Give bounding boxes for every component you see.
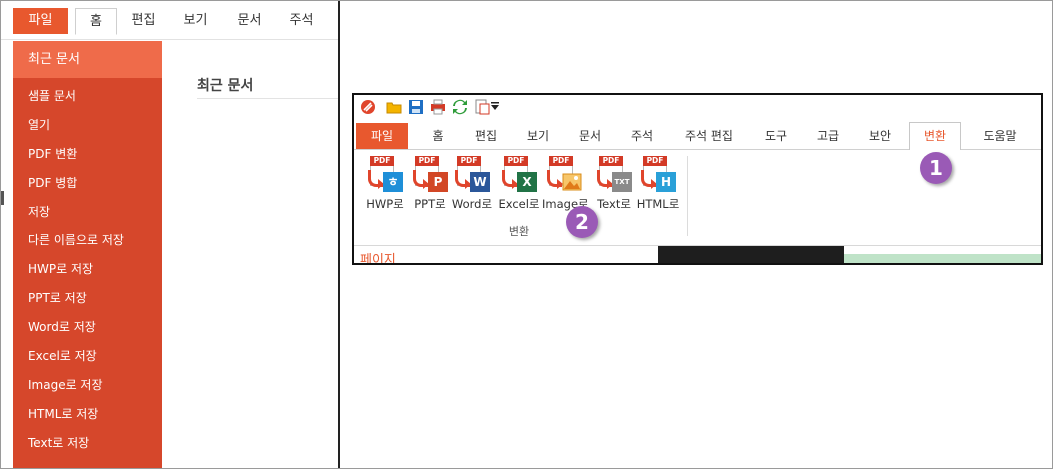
tab-annotation[interactable]: 주석 bbox=[279, 8, 324, 34]
sidebar-item-save-hwp[interactable]: HWP로 저장 bbox=[13, 255, 162, 284]
sidebar-item-save-as[interactable]: 다른 이름으로 저장 bbox=[13, 226, 162, 255]
callout-2: 2 bbox=[566, 206, 598, 238]
convert-button-hwp[interactable]: PDF ㅎ HWP로 bbox=[363, 156, 407, 216]
convert-button-label: Text로 bbox=[597, 197, 631, 211]
format-badge bbox=[562, 172, 582, 192]
ribbon-inset: 파일 홈 편집 보기 문서 주석 주석 편집 도구 고급 보안 변환 도움말 P… bbox=[352, 93, 1043, 265]
ribbon-tab-annotation[interactable]: 주석 bbox=[620, 123, 664, 149]
convert-button-ppt[interactable]: PDF P PPT로 bbox=[408, 156, 452, 216]
format-badge: W bbox=[470, 172, 490, 192]
recent-documents-title: 최근 문서 bbox=[197, 78, 254, 94]
pdf-tag: PDF bbox=[457, 156, 481, 166]
left-tab-bar: 파일 홈 편집 보기 문서 주석 bbox=[1, 1, 338, 40]
hwp-icon: PDF ㅎ bbox=[368, 156, 403, 194]
format-badge: P bbox=[428, 172, 448, 192]
ribbon-tab-file[interactable]: 파일 bbox=[356, 123, 408, 149]
highlight-panel bbox=[844, 254, 1041, 263]
tab-document[interactable]: 문서 bbox=[227, 8, 272, 34]
sidebar-item-pdf-convert[interactable]: PDF 변환 bbox=[13, 140, 162, 169]
tab-home[interactable]: 홈 bbox=[75, 8, 117, 35]
app-logo-icon[interactable] bbox=[360, 99, 376, 115]
html-icon: PDF H bbox=[641, 156, 676, 194]
word-icon: PDF W bbox=[455, 156, 490, 194]
pdf-tag: PDF bbox=[599, 156, 623, 166]
sidebar-item-recent[interactable]: 최근 문서 bbox=[13, 41, 162, 78]
ribbon-tab-view[interactable]: 보기 bbox=[516, 123, 560, 149]
resize-edge-marker bbox=[1, 191, 4, 205]
convert-button-label: HTML로 bbox=[636, 197, 680, 211]
document-area-strip: 페이지 bbox=[354, 245, 1041, 265]
convert-button-label: Word로 bbox=[451, 197, 493, 211]
sidebar-item-save-excel[interactable]: Excel로 저장 bbox=[13, 342, 162, 371]
sidebar-item-save-ppt[interactable]: PPT로 저장 bbox=[13, 284, 162, 313]
format-badge: TXT bbox=[612, 172, 632, 192]
sidebar-item-samples[interactable]: 샘플 문서 bbox=[13, 78, 162, 111]
page-panel-label: 페이지 bbox=[360, 253, 396, 265]
qat-dropdown-icon[interactable] bbox=[490, 99, 500, 115]
sidebar-item-pdf-merge[interactable]: PDF 병합 bbox=[13, 169, 162, 198]
pdf-tag: PDF bbox=[549, 156, 573, 166]
group-separator bbox=[687, 156, 688, 236]
ribbon-tab-document[interactable]: 문서 bbox=[568, 123, 612, 149]
ribbon-tab-home[interactable]: 홈 bbox=[418, 123, 458, 149]
ppt-icon: PDF P bbox=[413, 156, 448, 194]
file-menu-sidebar: 최근 문서 샘플 문서 열기 PDF 변환 PDF 병합 저장 다른 이름으로 … bbox=[13, 41, 162, 468]
ribbon-tab-help[interactable]: 도움말 bbox=[972, 123, 1028, 149]
ribbon-tab-advanced[interactable]: 고급 bbox=[806, 123, 850, 149]
pdf-tag: PDF bbox=[370, 156, 394, 166]
pdf-tag: PDF bbox=[415, 156, 439, 166]
save-icon[interactable] bbox=[408, 99, 424, 115]
tab-file[interactable]: 파일 bbox=[13, 8, 68, 34]
sidebar-item-save-text[interactable]: Text로 저장 bbox=[13, 429, 162, 458]
excel-icon: PDF X bbox=[502, 156, 537, 194]
format-badge: H bbox=[656, 172, 676, 192]
tab-view[interactable]: 보기 bbox=[173, 8, 218, 34]
text-icon: PDF TXT bbox=[597, 156, 632, 194]
image-icon: PDF bbox=[547, 156, 582, 194]
ribbon-tab-security[interactable]: 보안 bbox=[858, 123, 902, 149]
document-canvas bbox=[658, 246, 844, 263]
convert-button-html[interactable]: PDF H HTML로 bbox=[636, 156, 680, 216]
convert-button-label: HWP로 bbox=[366, 197, 404, 211]
convert-group-label: 변환 bbox=[508, 225, 530, 238]
convert-button-excel[interactable]: PDF X Excel로 bbox=[497, 156, 541, 216]
format-badge: ㅎ bbox=[383, 172, 403, 192]
callout-1: 1 bbox=[920, 152, 952, 184]
file-backstage-view: 파일 홈 편집 보기 문서 주석 최근 문서 샘플 문서 열기 PDF 변환 P… bbox=[1, 1, 340, 468]
page-icon[interactable] bbox=[474, 99, 490, 115]
sidebar-item-save[interactable]: 저장 bbox=[13, 198, 162, 227]
ribbon-tab-convert[interactable]: 변환 bbox=[909, 122, 961, 151]
format-badge: X bbox=[517, 172, 537, 192]
convert-button-word[interactable]: PDF W Word로 bbox=[450, 156, 494, 216]
pdf-tag: PDF bbox=[504, 156, 528, 166]
convert-button-text[interactable]: PDF TXT Text로 bbox=[592, 156, 636, 216]
image-glyph bbox=[562, 173, 582, 191]
sidebar-item-save-word[interactable]: Word로 저장 bbox=[13, 313, 162, 342]
sidebar-item-open[interactable]: 열기 bbox=[13, 111, 162, 140]
divider bbox=[197, 98, 338, 99]
convert-button-label: Excel로 bbox=[498, 197, 540, 211]
sidebar-item-save-image[interactable]: Image로 저장 bbox=[13, 371, 162, 400]
refresh-icon[interactable] bbox=[452, 99, 468, 115]
ribbon-tab-annotation-edit[interactable]: 주석 편집 bbox=[676, 123, 742, 149]
tab-edit[interactable]: 편집 bbox=[121, 8, 166, 34]
sidebar-item-save-html[interactable]: HTML로 저장 bbox=[13, 400, 162, 429]
ribbon-tab-edit[interactable]: 편집 bbox=[464, 123, 508, 149]
open-folder-icon[interactable] bbox=[386, 99, 402, 115]
pdf-tag: PDF bbox=[643, 156, 667, 166]
print-icon[interactable] bbox=[430, 99, 446, 115]
ribbon-tab-bar: 파일 홈 편집 보기 문서 주석 주석 편집 도구 고급 보안 변환 도움말 bbox=[354, 122, 1041, 151]
convert-ribbon-panel: PDF ㅎ HWP로 PDF P PPT로 PDF W Word로 PDF X Excel로 PDF Im… bbox=[354, 150, 1041, 245]
ribbon-tab-tools[interactable]: 도구 bbox=[754, 123, 798, 149]
convert-button-label: PPT로 bbox=[414, 197, 446, 211]
